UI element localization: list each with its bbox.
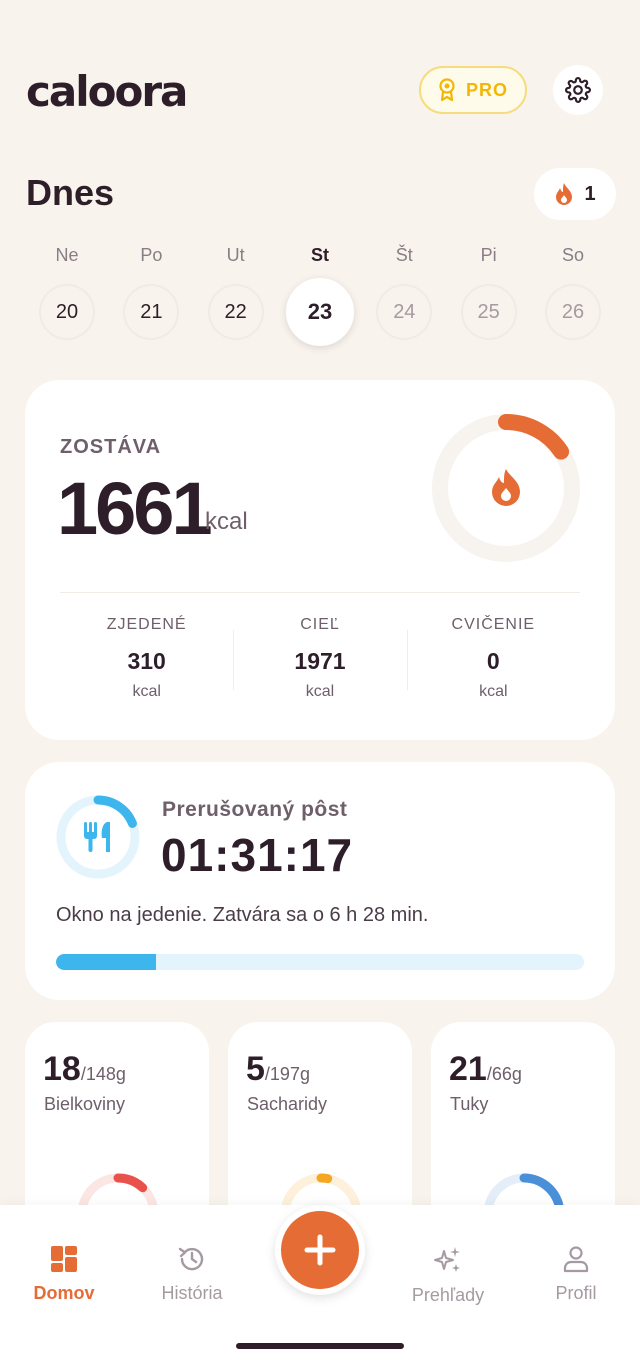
flame-icon xyxy=(492,469,520,506)
pro-label: PRO xyxy=(465,79,508,100)
day-date: 20 xyxy=(39,284,95,340)
fasting-card[interactable]: Prerušovaný pôst 01:31:17 Okno na jedeni… xyxy=(25,762,615,1000)
add-button-inner xyxy=(281,1211,359,1289)
day-tuesday[interactable]: Ut 22 xyxy=(194,242,278,346)
macro-consumed: 5 xyxy=(246,1050,265,1088)
day-date: 23 xyxy=(285,278,354,346)
fasting-status: Okno na jedenie. Zatvára sa o 6 h 28 min… xyxy=(56,904,429,926)
stat-value: 310 xyxy=(127,648,166,674)
nav-insights-label: Prehľady xyxy=(411,1285,485,1305)
stat-label: CIEĽ xyxy=(300,616,340,633)
stat-goal: CIEĽ 1971 kcal xyxy=(233,616,406,701)
fasting-timer: 01:31:17 xyxy=(161,829,354,881)
stat-eaten: ZJEDENÉ 310 kcal xyxy=(60,616,233,701)
utensils-icon xyxy=(84,822,110,852)
day-friday[interactable]: Pi 25 xyxy=(447,242,531,346)
calorie-card[interactable]: ZOSTÁVA 1661 kcal ZJEDENÉ 310 kcal CIEĽ … xyxy=(25,380,615,740)
macro-goal: /197g xyxy=(264,1064,310,1084)
nav-profile-label: Profil xyxy=(555,1283,597,1303)
nav-profile[interactable]: Profil xyxy=(521,1245,631,1304)
stat-label: ZJEDENÉ xyxy=(106,616,187,633)
day-date: 21 xyxy=(123,284,180,340)
add-button[interactable] xyxy=(275,1205,365,1295)
nav-history[interactable]: História xyxy=(137,1245,247,1304)
day-monday[interactable]: Po 21 xyxy=(109,242,193,346)
day-name: St xyxy=(310,245,329,265)
dashboard-icon xyxy=(51,1246,77,1272)
day-saturday[interactable]: So 26 xyxy=(531,242,615,346)
macro-name: Bielkoviny xyxy=(44,1094,126,1114)
divider xyxy=(60,592,580,593)
home-indicator xyxy=(236,1343,404,1349)
day-date: 24 xyxy=(376,284,433,340)
day-name: So xyxy=(561,245,584,265)
streak-badge[interactable]: 1 xyxy=(534,168,616,220)
day-thursday[interactable]: Št 24 xyxy=(362,242,446,346)
flame-icon xyxy=(556,183,573,205)
calorie-stats: ZJEDENÉ 310 kcal CIEĽ 1971 kcal CVIČENIE… xyxy=(60,616,580,701)
calorie-progress-ring xyxy=(432,414,580,562)
day-sunday[interactable]: Ne 20 xyxy=(25,242,109,346)
stat-value: 1971 xyxy=(294,648,346,674)
gear-icon xyxy=(565,77,591,103)
macro-consumed: 21 xyxy=(449,1050,487,1088)
day-name: Ut xyxy=(226,245,245,265)
streak-count: 1 xyxy=(584,182,596,205)
macro-value: 21/66g xyxy=(449,1050,522,1089)
macro-name: Sacharidy xyxy=(247,1094,328,1114)
stat-exercise: CVIČENIE 0 kcal xyxy=(406,616,580,701)
day-name: Pi xyxy=(480,245,497,265)
macro-consumed: 18 xyxy=(43,1050,81,1088)
stat-label: CVIČENIE xyxy=(451,616,536,633)
day-date: 22 xyxy=(207,284,264,340)
stat-value: 0 xyxy=(486,648,500,674)
macro-goal: /148g xyxy=(80,1064,126,1084)
day-wednesday-selected[interactable]: St 23 xyxy=(278,242,362,346)
day-name: Št xyxy=(395,245,413,265)
fasting-title: Prerušovaný pôst xyxy=(162,798,348,821)
history-icon xyxy=(178,1247,204,1271)
nav-home-label: Domov xyxy=(33,1283,95,1303)
fasting-progress-bar xyxy=(56,954,584,970)
fasting-progress-ring xyxy=(56,795,140,879)
plus-icon xyxy=(304,1234,336,1266)
macro-value: 18/148g xyxy=(43,1050,126,1089)
week-selector: Ne 20 Po 21 Ut 22 St 23 Št 24 Pi 25 So 2… xyxy=(25,242,615,346)
remaining-label: ZOSTÁVA xyxy=(60,436,162,458)
stat-unit: kcal xyxy=(479,683,508,700)
nav-insights[interactable]: Prehľady xyxy=(393,1245,503,1306)
remaining-unit: kcal xyxy=(205,508,248,535)
app-logo: caloora xyxy=(26,67,188,116)
person-icon xyxy=(563,1246,589,1273)
pro-button[interactable]: PRO xyxy=(419,66,527,114)
nav-home[interactable]: Domov xyxy=(9,1245,119,1304)
remaining-value: 1661 xyxy=(57,467,213,550)
day-date: 25 xyxy=(460,284,517,340)
sparkles-icon xyxy=(434,1247,460,1272)
fasting-progress-fill xyxy=(56,954,157,970)
macro-value: 5/197g xyxy=(246,1050,310,1089)
nav-history-label: História xyxy=(161,1283,223,1303)
page-title: Dnes xyxy=(26,172,115,213)
settings-button[interactable] xyxy=(553,65,603,115)
macro-name: Tuky xyxy=(450,1094,489,1114)
day-name: Po xyxy=(140,245,163,265)
stat-unit: kcal xyxy=(132,683,161,700)
macro-goal: /66g xyxy=(486,1064,522,1084)
award-icon xyxy=(439,78,455,102)
stat-unit: kcal xyxy=(305,683,335,700)
day-name: Ne xyxy=(55,245,79,265)
day-date: 26 xyxy=(544,284,601,340)
